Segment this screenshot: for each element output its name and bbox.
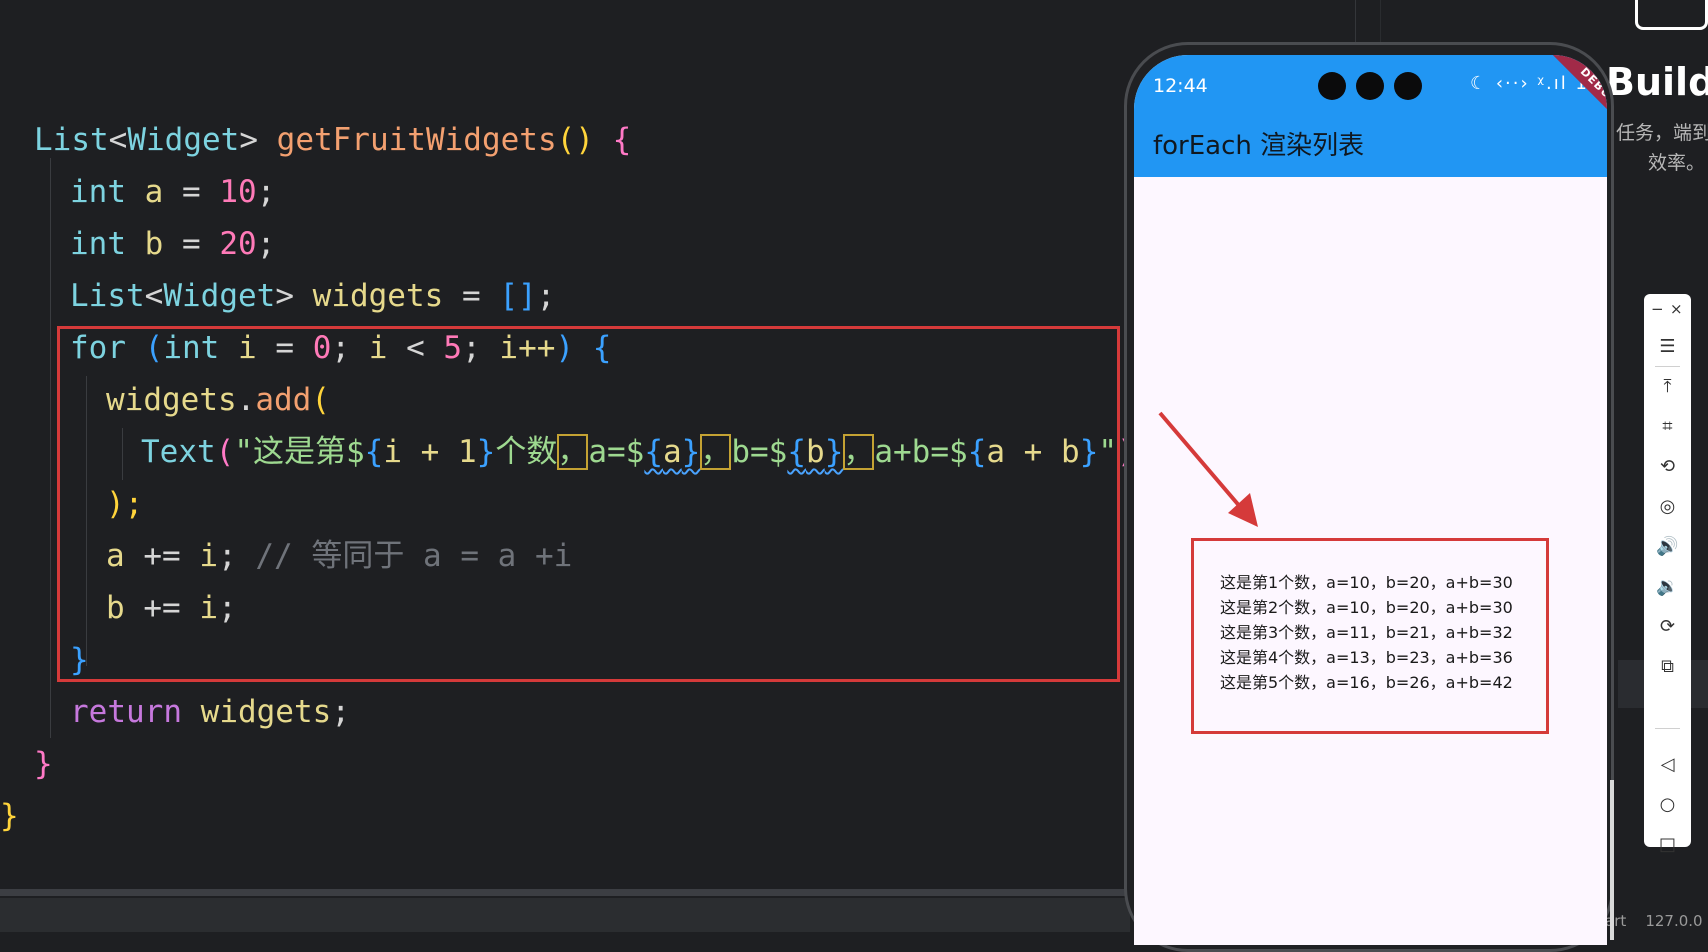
back-icon[interactable]: ◁ — [1644, 748, 1691, 780]
status-time: 12:44 — [1153, 75, 1208, 97]
camera-icon — [1356, 72, 1384, 100]
builder-logo-icon — [1635, 0, 1708, 30]
close-icon[interactable]: × — [1670, 300, 1683, 318]
editor-status-bar — [0, 898, 1130, 932]
operator-token: = — [182, 174, 201, 210]
indent-guide — [50, 158, 51, 738]
crop-icon[interactable]: ⌗ — [1644, 410, 1691, 442]
brace-token: { — [612, 122, 632, 158]
minimize-icon[interactable]: − — [1651, 300, 1664, 318]
identifier-token: a — [144, 174, 164, 210]
rotate-device-icon[interactable]: ⟳ — [1644, 610, 1691, 642]
code-line-1[interactable]: List<Widget> getFruitWidgets() { — [34, 114, 631, 166]
keyword-token: int — [70, 174, 126, 210]
emulator-toolbar: − × ☰ ⤒ ⌗ ⟲ ◎ 🔊 🔉 ⟳ ⧉ ◁ ○ □ — [1644, 294, 1691, 855]
operator-token: ; — [331, 694, 350, 730]
annotation-arrow — [1158, 411, 1258, 527]
builder-title: Builder — [1606, 60, 1708, 104]
operator-token: = — [461, 278, 481, 314]
operator-token: > — [275, 278, 294, 314]
loop-highlight-box — [57, 326, 1120, 682]
editor-horizontal-scrollbar[interactable] — [0, 889, 1130, 896]
phone-edge — [1610, 780, 1614, 940]
screenshot-icon[interactable]: ◎ — [1644, 490, 1691, 522]
number-token: 10 — [219, 174, 257, 210]
camera-icon — [1318, 72, 1346, 100]
keyword-token: return — [70, 694, 182, 730]
brace-token: } — [34, 746, 53, 782]
keyword-token: int — [70, 226, 126, 262]
code-line-12[interactable]: return widgets; — [70, 686, 350, 738]
volume-down-icon[interactable]: 🔉 — [1644, 570, 1691, 602]
code-line-4[interactable]: List<Widget> widgets = []; — [70, 270, 555, 322]
type-token: Widget — [163, 278, 276, 314]
status-bar-text: art 127.0.0 — [1605, 912, 1703, 930]
home-icon[interactable]: ○ — [1644, 788, 1691, 820]
number-token: 20 — [219, 226, 257, 262]
app-bar: 12:44 ☾ ‹··› ᵡ.ıl 100 forEach 渲染列表 — [1134, 55, 1607, 177]
volume-up-icon[interactable]: 🔊 — [1644, 530, 1691, 562]
bracket-token: [] — [499, 278, 537, 314]
paren-token: ( — [556, 122, 576, 158]
identifier-token: widgets — [200, 694, 332, 730]
app-title: forEach 渲染列表 — [1153, 131, 1365, 161]
operator-token: ; — [536, 278, 556, 314]
operator-token: < — [108, 122, 128, 158]
code-line-3[interactable]: int b = 20; — [70, 218, 275, 270]
camera-icon — [1394, 72, 1422, 100]
operator-token: ; — [256, 174, 276, 210]
brace-token: } — [0, 798, 19, 834]
pin-top-icon[interactable]: ⤒ — [1644, 370, 1691, 402]
menu-icon[interactable]: ☰ — [1644, 330, 1691, 362]
code-line-2[interactable]: int a = 10; — [70, 166, 275, 218]
builder-description: 任务，端到 — [1616, 122, 1708, 144]
type-token: Widget — [127, 122, 240, 158]
operator-token: < — [144, 278, 164, 314]
toolbar-separator — [1655, 366, 1680, 367]
code-editor[interactable]: List<Widget> getFruitWidgets() { int a =… — [0, 0, 1154, 932]
multi-window-icon[interactable]: ⧉ — [1644, 650, 1691, 682]
builder-description: 效率。 — [1648, 152, 1706, 174]
recents-icon[interactable]: □ — [1644, 828, 1691, 860]
operator-token: = — [182, 226, 201, 262]
type-token: List — [34, 122, 109, 158]
identifier-token: widgets — [312, 278, 444, 314]
code-line-13[interactable]: } — [34, 738, 53, 790]
list-highlight-box — [1191, 538, 1549, 734]
identifier-token: b — [144, 226, 164, 262]
function-name-token: getFruitWidgets — [276, 122, 557, 158]
toolbar-separator — [1655, 728, 1680, 729]
operator-token: > — [239, 122, 258, 158]
rotate-icon[interactable]: ⟲ — [1644, 450, 1691, 482]
operator-token: ; — [256, 226, 276, 262]
code-line-14[interactable]: } — [0, 790, 19, 842]
paren-token: ) — [575, 122, 594, 158]
type-token: List — [70, 278, 145, 314]
